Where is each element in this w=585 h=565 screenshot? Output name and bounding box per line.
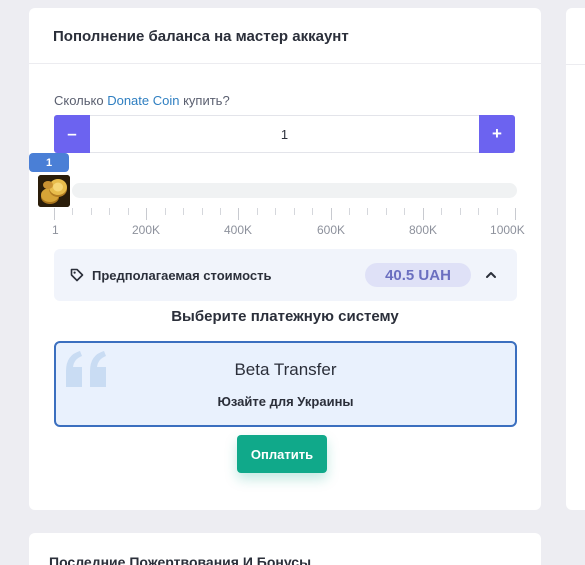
quantity-stepper: – 1 +	[54, 115, 515, 153]
scale-minor-tick	[109, 208, 110, 215]
estimated-price-badge: 40.5 UAH	[365, 263, 471, 287]
scale-minor-tick	[497, 208, 498, 215]
payment-method-note: Юзайте для Украины	[217, 394, 354, 409]
scale-label: 600K	[316, 223, 346, 237]
payment-system-heading: Выберите платежную систему	[171, 308, 399, 325]
scale-minor-tick	[294, 208, 295, 215]
topup-card-header: Пополнение баланса на мастер аккаунт	[29, 8, 541, 64]
scale-label: 800K	[408, 223, 438, 237]
scale-major-tick	[423, 208, 424, 220]
scale-minor-tick	[275, 208, 276, 215]
scale-minor-tick	[386, 208, 387, 215]
recent-donations-title: Последние Пожертвования И Бонусы	[49, 554, 312, 565]
question-suffix: купить?	[179, 93, 230, 108]
increment-button[interactable]: +	[479, 115, 515, 153]
topup-card: Пополнение баланса на мастер аккаунт Ско…	[29, 8, 541, 510]
scale-major-tick	[54, 208, 55, 220]
scale-minor-tick	[349, 208, 350, 215]
scale-minor-tick	[202, 208, 203, 215]
question-currency-name: Donate Coin	[107, 93, 180, 108]
scale-minor-tick	[404, 208, 405, 215]
scale-minor-tick	[72, 208, 73, 215]
side-card-divider	[566, 64, 585, 65]
payment-method-beta-transfer[interactable]: Beta Transfer Юзайте для Украины	[54, 341, 517, 427]
scale-minor-tick	[220, 208, 221, 215]
scale-label: 400K	[223, 223, 253, 237]
scale-minor-tick	[91, 208, 92, 215]
recent-donations-card: Последние Пожертвования И Бонусы	[29, 533, 541, 565]
quantity-input[interactable]: 1	[95, 127, 474, 142]
scale-major-tick	[515, 208, 516, 220]
scale-minor-tick	[183, 208, 184, 215]
scale-minor-tick	[128, 208, 129, 215]
topup-card-title: Пополнение баланса на мастер аккаунт	[53, 28, 349, 45]
scale-label: 1	[52, 223, 59, 237]
scale-minor-tick	[165, 208, 166, 215]
scale-major-tick	[331, 208, 332, 220]
tag-icon	[70, 268, 84, 282]
decrement-button[interactable]: –	[54, 115, 90, 153]
scale-minor-tick	[367, 208, 368, 215]
scale-minor-tick	[441, 208, 442, 215]
scale-minor-tick	[478, 208, 479, 215]
scale-minor-tick	[460, 208, 461, 215]
scale-major-tick	[146, 208, 147, 220]
scale-label: 1000K	[490, 223, 525, 237]
estimated-cost-label: Предполагаемая стоимость	[92, 268, 272, 283]
slider-scale	[54, 208, 516, 222]
scale-minor-tick	[312, 208, 313, 215]
coin-stack-icon	[38, 175, 70, 207]
slider-value-badge: 1	[29, 153, 69, 172]
scale-major-tick	[238, 208, 239, 220]
coin-stack-slider-handle[interactable]	[38, 175, 70, 207]
scale-label: 200K	[131, 223, 161, 237]
amount-slider-track[interactable]	[72, 183, 517, 198]
payment-method-name: Beta Transfer	[234, 360, 337, 379]
purchase-question: Сколько Donate Coin купить?	[54, 93, 230, 108]
chevron-up-icon[interactable]	[484, 268, 498, 282]
question-prefix: Сколько	[54, 93, 108, 108]
pay-button[interactable]: Оплатить	[237, 435, 327, 473]
side-card	[566, 8, 585, 510]
estimated-cost-panel[interactable]: Предполагаемая стоимость 40.5 UAH	[54, 249, 517, 301]
scale-minor-tick	[257, 208, 258, 215]
